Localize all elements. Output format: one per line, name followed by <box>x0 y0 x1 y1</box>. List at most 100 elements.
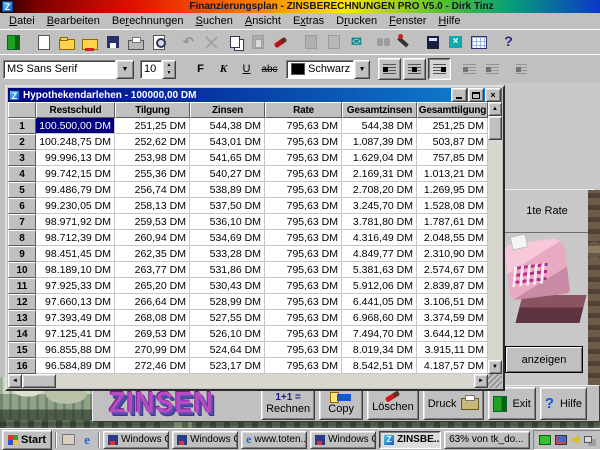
table-cell[interactable]: 96.855,88 DM <box>36 342 115 358</box>
tray-network-icon[interactable] <box>584 436 592 443</box>
table-cell[interactable]: 8.542,51 DM <box>342 358 417 374</box>
mail-button[interactable] <box>346 32 367 52</box>
bold-button[interactable]: F <box>190 59 211 79</box>
row-number-cell[interactable]: 2 <box>8 134 36 150</box>
table-cell[interactable]: 4.187,57 DM <box>417 358 488 374</box>
table-cell[interactable]: 3.374,59 DM <box>417 310 488 326</box>
column-header-zinsen[interactable]: Zinsen <box>190 102 265 118</box>
table-cell[interactable]: 97.925,33 DM <box>36 278 115 294</box>
table-cell[interactable]: 98.189,10 DM <box>36 262 115 278</box>
table-cell[interactable]: 2.574,67 DM <box>417 262 488 278</box>
row-number-cell[interactable]: 5 <box>8 182 36 198</box>
table-cell[interactable]: 6.441,05 DM <box>342 294 417 310</box>
table-cell[interactable]: 5.912,06 DM <box>342 278 417 294</box>
table-cell[interactable]: 2.839,87 DM <box>417 278 488 294</box>
table-cell[interactable]: 2.169,31 DM <box>342 166 417 182</box>
start-button[interactable]: Start <box>2 430 52 450</box>
row-number-cell[interactable]: 14 <box>8 326 36 342</box>
row-number-cell[interactable]: 15 <box>8 342 36 358</box>
quicklaunch-ie-button[interactable]: e <box>79 432 95 448</box>
rechnen-button[interactable]: 1+1 = Rechnen <box>261 387 315 420</box>
table-cell[interactable]: 252,62 DM <box>115 134 190 150</box>
table-cell[interactable]: 253,98 DM <box>115 150 190 166</box>
table-cell[interactable]: 2.708,20 DM <box>342 182 417 198</box>
table-cell[interactable]: 99.996,13 DM <box>36 150 115 166</box>
table-cell[interactable]: 523,17 DM <box>190 358 265 374</box>
horizontal-scrollbar[interactable]: ◄ ► <box>8 374 488 388</box>
table-cell[interactable]: 270,99 DM <box>115 342 190 358</box>
menu-item-bearbeiten[interactable]: Bearbeiten <box>41 14 106 28</box>
print-button[interactable] <box>125 32 146 52</box>
table-cell[interactable]: 265,20 DM <box>115 278 190 294</box>
table-cell[interactable]: 795,63 DM <box>265 310 342 326</box>
table-cell[interactable]: 268,08 DM <box>115 310 190 326</box>
table-cell[interactable]: 503,87 DM <box>417 134 488 150</box>
menu-item-extras[interactable]: Extras <box>287 14 330 28</box>
table-cell[interactable]: 795,63 DM <box>265 118 342 134</box>
table-cell[interactable]: 3.245,70 DM <box>342 198 417 214</box>
table-cell[interactable]: 544,38 DM <box>342 118 417 134</box>
anzeigen-button[interactable]: anzeigen <box>505 346 583 373</box>
row-number-cell[interactable]: 4 <box>8 166 36 182</box>
size-down-icon[interactable]: ▼ <box>163 69 175 78</box>
table-cell[interactable]: 536,10 DM <box>190 214 265 230</box>
druck-button[interactable]: Druck <box>423 387 485 420</box>
table-cell[interactable]: 2.310,90 DM <box>417 246 488 262</box>
font-size-spinner[interactable]: 10 ▲▼ <box>140 60 176 79</box>
table-cell[interactable]: 795,63 DM <box>265 214 342 230</box>
table-cell[interactable]: 537,50 DM <box>190 198 265 214</box>
strikethrough-button[interactable]: abc <box>259 59 280 79</box>
scroll-left-icon[interactable]: ◄ <box>8 374 22 388</box>
maximize-button[interactable] <box>468 88 484 102</box>
table-cell[interactable]: 97.660,13 DM <box>36 294 115 310</box>
table-cell[interactable]: 527,55 DM <box>190 310 265 326</box>
table-cell[interactable]: 1.787,61 DM <box>417 214 488 230</box>
task-button-3[interactable]: ewww.toten... <box>241 431 307 449</box>
table-cell[interactable]: 99.486,79 DM <box>36 182 115 198</box>
color-combo-arrow-icon[interactable]: ▼ <box>354 60 370 79</box>
loeschen-button[interactable]: Löschen <box>367 387 419 420</box>
task-button-1[interactable]: Windows C... <box>103 431 169 449</box>
tray-meter-icon[interactable] <box>539 435 551 445</box>
table-cell[interactable]: 256,74 DM <box>115 182 190 198</box>
hilfe-button[interactable]: ? Hilfe <box>540 387 587 420</box>
new-button[interactable] <box>33 32 54 52</box>
table-cell[interactable]: 1.528,08 DM <box>417 198 488 214</box>
table-cell[interactable]: 97.125,41 DM <box>36 326 115 342</box>
align-center-button[interactable] <box>403 58 426 80</box>
menu-item-berechnungen[interactable]: Berechnungen <box>106 14 190 28</box>
table-cell[interactable]: 1.013,21 DM <box>417 166 488 182</box>
row-number-cell[interactable]: 10 <box>8 262 36 278</box>
row-number-cell[interactable]: 3 <box>8 150 36 166</box>
open-button[interactable] <box>56 32 77 52</box>
table-cell[interactable]: 795,63 DM <box>265 262 342 278</box>
table-cell[interactable]: 795,63 DM <box>265 230 342 246</box>
table-cell[interactable]: 258,13 DM <box>115 198 190 214</box>
tray-speaker-icon[interactable] <box>571 435 580 444</box>
scroll-right-icon[interactable]: ► <box>474 374 488 388</box>
underline-button[interactable]: U <box>236 59 257 79</box>
table-cell[interactable]: 100.500,00 DM <box>36 118 115 134</box>
color-combo[interactable]: Schwarz ▼ <box>286 60 370 79</box>
row-number-cell[interactable]: 12 <box>8 294 36 310</box>
table-close-button[interactable] <box>445 32 466 52</box>
resize-grip[interactable] <box>488 374 502 388</box>
table-cell[interactable]: 795,63 DM <box>265 326 342 342</box>
table-cell[interactable]: 3.915,11 DM <box>417 342 488 358</box>
help-button[interactable] <box>498 32 519 52</box>
quicklaunch-desktop-button[interactable] <box>60 432 76 448</box>
table-cell[interactable]: 3.106,51 DM <box>417 294 488 310</box>
copy-button[interactable]: Copy <box>319 387 363 420</box>
tray-display-icon[interactable] <box>555 435 567 445</box>
row-number-cell[interactable]: 11 <box>8 278 36 294</box>
column-header-restschuld[interactable]: Restschuld <box>36 102 115 118</box>
row-number-cell[interactable]: 6 <box>8 198 36 214</box>
table-cell[interactable]: 269,53 DM <box>115 326 190 342</box>
table-cell[interactable]: 99.230,05 DM <box>36 198 115 214</box>
row-number-cell[interactable]: 16 <box>8 358 36 374</box>
table-cell[interactable]: 526,10 DM <box>190 326 265 342</box>
table-cell[interactable]: 543,01 DM <box>190 134 265 150</box>
scroll-up-icon[interactable]: ▲ <box>488 102 502 116</box>
table-cell[interactable]: 272,46 DM <box>115 358 190 374</box>
task-button-5[interactable]: ZZINSBE... <box>379 431 441 449</box>
